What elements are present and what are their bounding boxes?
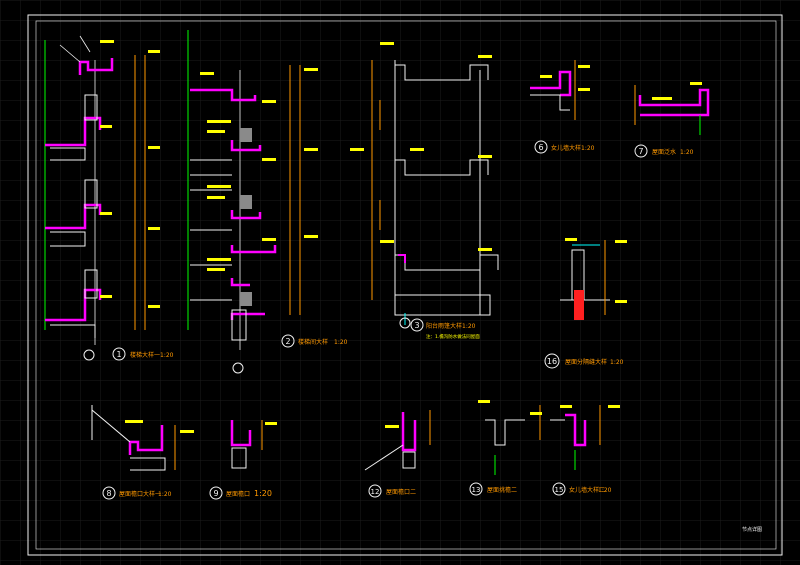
detail-1-scale: 1:20 xyxy=(160,352,174,359)
detail-6-number: 6 xyxy=(538,143,543,152)
detail-3-scale: 1:20 xyxy=(462,323,476,330)
detail-3-title: 阳台雨篷大样 xyxy=(426,322,462,330)
detail-2-number: 2 xyxy=(285,337,290,346)
detail-2-scale: 1:20 xyxy=(334,339,348,346)
detail-12-number: 12 xyxy=(371,488,380,496)
detail-13-number: 13 xyxy=(472,486,481,494)
detail-3-number: 3 xyxy=(414,321,419,330)
detail-8-scale: 1:20 xyxy=(158,491,172,498)
detail-6-title: 女儿墙大样 xyxy=(551,144,581,152)
detail-16-title: 屋面分隔缝大样 xyxy=(565,358,607,366)
detail-16-scale: 1:20 xyxy=(610,359,624,366)
detail-9-scale: 1:20 xyxy=(254,489,272,498)
detail-15-scale: 1:20 xyxy=(598,487,612,494)
detail-7-scale: 1:20 xyxy=(680,149,694,156)
detail-6-scale: 1:20 xyxy=(581,145,595,152)
detail-8-number: 8 xyxy=(106,489,111,498)
detail-16-number: 16 xyxy=(547,357,557,366)
detail-3-note: 注：1.檐沟防水做法同屋面 xyxy=(426,333,480,340)
detail-7-number: 7 xyxy=(638,147,643,156)
detail-9-number: 9 xyxy=(213,489,218,498)
detail-7-title: 屋面泛水 xyxy=(652,148,676,156)
detail-9-title: 屋面檐口 xyxy=(226,490,250,498)
detail-1-title: 楼梯大样一 xyxy=(130,351,160,359)
canvas-grid xyxy=(0,0,800,565)
detail-8-title: 屋面檐口大样一 xyxy=(119,490,161,498)
detail-1-number: 1 xyxy=(116,350,121,359)
sheet-stamp: 节点详图 xyxy=(742,526,762,533)
detail-12-title: 屋面檐口二 xyxy=(386,488,416,496)
detail-15-number: 15 xyxy=(555,486,564,494)
detail-2-title: 楼梯间大样 xyxy=(298,338,328,346)
detail-13-title: 屋面挑檐二 xyxy=(487,486,517,494)
cad-drawing-sheet: 1 楼梯大样一 1:20 2 楼梯间大样 1:20 3 阳台雨篷大样 1:20 … xyxy=(0,0,800,565)
